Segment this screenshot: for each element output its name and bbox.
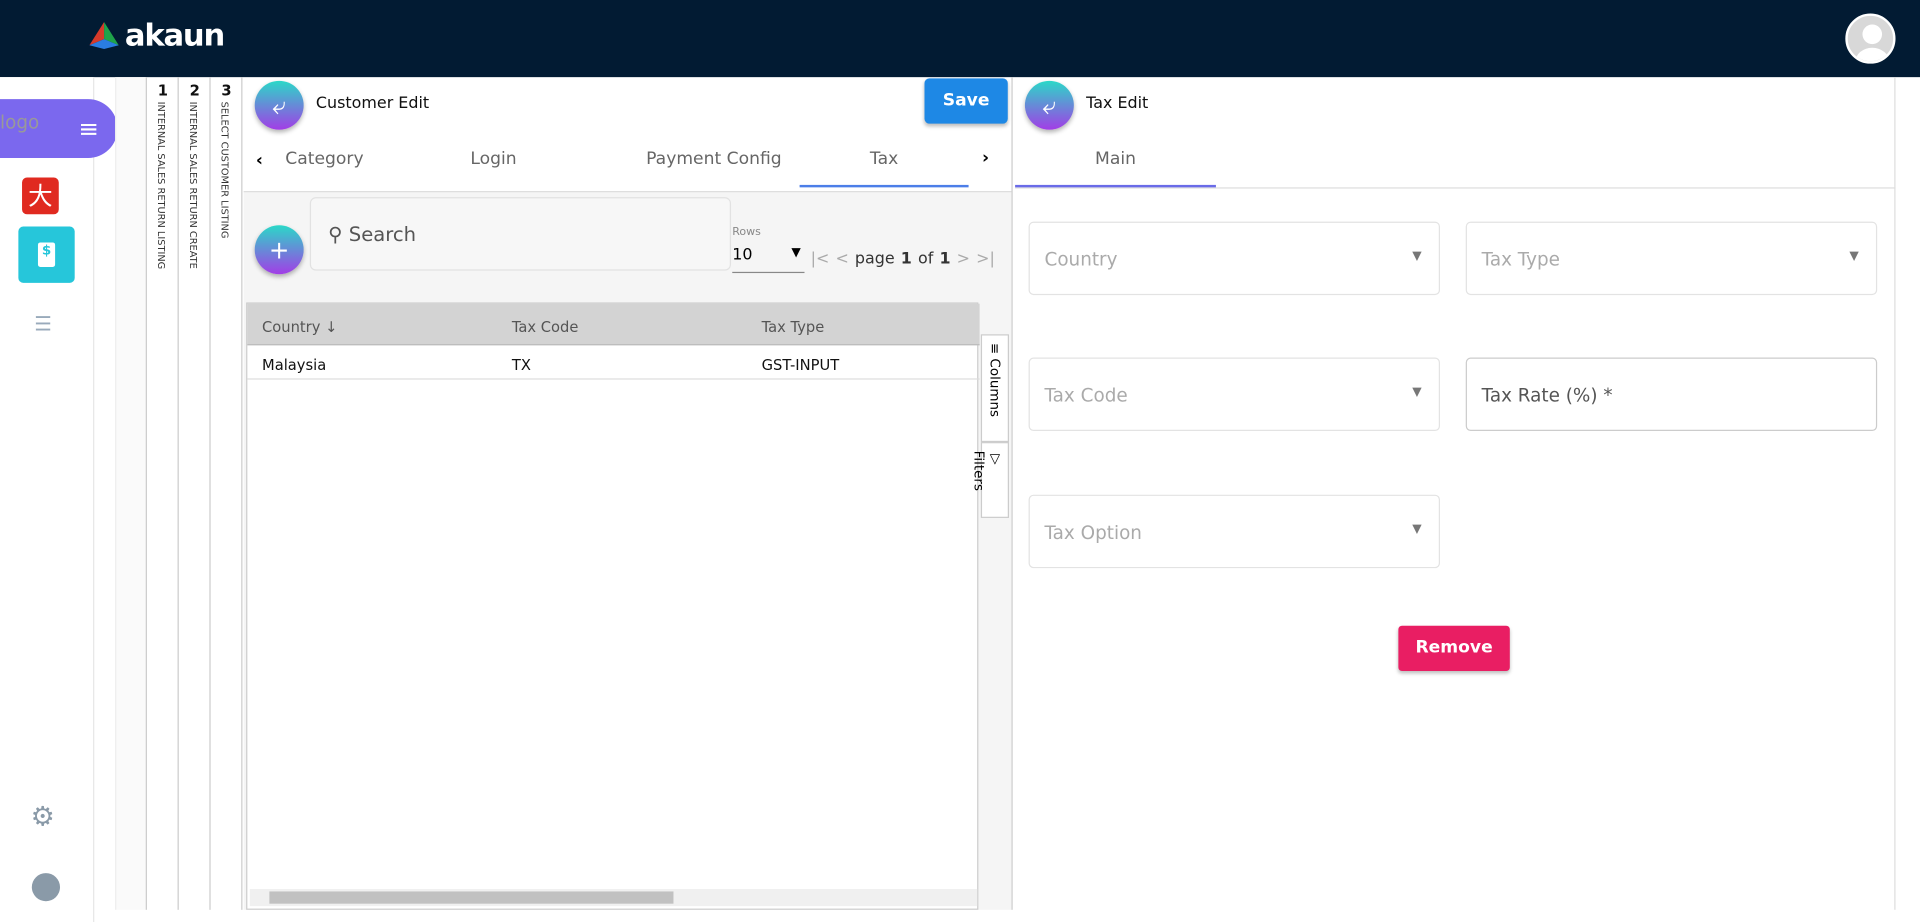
page-title: Customer Edit bbox=[315, 94, 430, 113]
tabs-scroll-left-icon[interactable]: ‹ bbox=[256, 151, 263, 171]
tabs-scroll-right-icon[interactable]: › bbox=[982, 148, 989, 168]
tax-code-select[interactable]: Tax Code ▼ bbox=[1028, 357, 1441, 432]
invoice-dollar-icon[interactable]: $ bbox=[18, 226, 75, 283]
customer-tabs: Category Login Payment Config Tax bbox=[285, 132, 969, 188]
list-icon[interactable]: ☰ bbox=[34, 312, 52, 335]
cell-tax-type: GST-INPUT bbox=[761, 356, 840, 374]
tax-rate-label: Tax Rate (%) * bbox=[1481, 384, 1613, 407]
col-country[interactable]: Country ↓ bbox=[262, 318, 337, 335]
strip-number: 3 bbox=[221, 82, 232, 100]
page-label: page bbox=[854, 249, 895, 269]
user-icon[interactable] bbox=[31, 873, 61, 902]
tax-option-label: Tax Option bbox=[1044, 521, 1142, 544]
horizontal-scrollbar[interactable] bbox=[249, 888, 978, 907]
tab-category[interactable]: Category bbox=[285, 132, 363, 187]
chevron-down-icon: ▼ bbox=[1412, 522, 1422, 537]
first-page-icon[interactable]: |< bbox=[811, 250, 830, 268]
search-placeholder: Search bbox=[348, 222, 417, 247]
tax-type-select[interactable]: Tax Type ▼ bbox=[1465, 221, 1878, 296]
filter-icon: ▽ bbox=[986, 450, 1003, 467]
tax-rate-input[interactable]: Tax Rate (%) * bbox=[1465, 357, 1878, 432]
back-button[interactable]: ⤶ bbox=[254, 80, 304, 130]
tax-code-label: Tax Code bbox=[1044, 384, 1128, 407]
back-button[interactable]: ⤶ bbox=[1024, 80, 1074, 130]
cell-tax-code: TX bbox=[511, 356, 531, 374]
app-red-icon[interactable]: 大 bbox=[22, 177, 59, 215]
country-select[interactable]: Country ▼ bbox=[1028, 221, 1441, 296]
brand-name: akaun bbox=[124, 17, 225, 53]
grid-header: Country ↓ Tax Code Tax Type bbox=[247, 303, 980, 346]
strip-spacer bbox=[115, 77, 147, 910]
logo-image: logo bbox=[0, 111, 40, 134]
col-tax-type[interactable]: Tax Type bbox=[762, 318, 825, 335]
tax-type-label: Tax Type bbox=[1481, 248, 1560, 271]
save-button[interactable]: Save bbox=[924, 78, 1008, 124]
tab-login[interactable]: Login bbox=[359, 132, 628, 187]
chevron-down-icon: ▼ bbox=[1412, 385, 1422, 400]
chevron-down-icon: ▼ bbox=[1849, 249, 1859, 264]
tax-edit-panel: ⤶ Tax Edit Main Country ▼ Tax Type ▼ Tax C… bbox=[1015, 77, 1896, 910]
strip-label: SELECT CUSTOMER LISTING bbox=[219, 101, 231, 239]
search-input[interactable]: ⚲ Search bbox=[309, 197, 732, 271]
rows-select[interactable]: 10 ▼ bbox=[732, 246, 805, 274]
prev-page-icon[interactable]: < bbox=[835, 250, 848, 268]
filters-side-button[interactable]: ▽ Filters bbox=[971, 442, 1009, 518]
table-row[interactable]: Malaysia TX GST-INPUT bbox=[247, 345, 980, 380]
columns-icon: ≡ bbox=[986, 342, 1003, 359]
next-page-icon[interactable]: > bbox=[957, 250, 970, 268]
rows-value: 10 bbox=[732, 246, 753, 265]
page-number: 1 bbox=[900, 249, 912, 269]
data-grid: Country ↓ Tax Code Tax Type Malaysia TX … bbox=[246, 302, 980, 910]
sidebar-logo-toggle[interactable]: logo ≡ bbox=[0, 99, 118, 158]
pagination: |< < page 1 of 1 > >| bbox=[811, 250, 995, 268]
sidebar: logo ≡ 大 $ ☰ ⚙ bbox=[0, 77, 118, 922]
page-title: Tax Edit bbox=[1086, 94, 1149, 113]
last-page-icon[interactable]: >| bbox=[976, 250, 995, 268]
filters-label: Filters bbox=[971, 450, 987, 492]
brand-logo-icon bbox=[89, 21, 119, 49]
country-label: Country bbox=[1044, 248, 1118, 271]
strip-number: 1 bbox=[157, 82, 168, 100]
col-tax-code[interactable]: Tax Code bbox=[512, 318, 579, 335]
gear-icon[interactable]: ⚙ bbox=[31, 802, 55, 833]
tab-main[interactable]: Main bbox=[1015, 132, 1216, 188]
search-icon: ⚲ bbox=[328, 222, 343, 247]
breadcrumb-strip-1[interactable]: 1 INTERNAL SALES RETURN LISTING bbox=[147, 77, 179, 910]
tax-option-select[interactable]: Tax Option ▼ bbox=[1028, 494, 1441, 569]
columns-side-button[interactable]: ≡ Columns bbox=[980, 334, 1009, 443]
chevron-down-icon: ▼ bbox=[1412, 249, 1422, 264]
breadcrumb-strip-2[interactable]: 2 INTERNAL SALES RETURN CREATE bbox=[179, 77, 211, 910]
total-pages: 1 bbox=[939, 249, 951, 269]
of-label: of bbox=[918, 249, 934, 269]
add-button[interactable]: + bbox=[254, 225, 304, 275]
columns-label: Columns bbox=[986, 358, 1003, 418]
breadcrumb-strip-3[interactable]: 3 SELECT CUSTOMER LISTING bbox=[211, 77, 243, 910]
menu-toggle-icon[interactable]: ≡ bbox=[78, 114, 99, 143]
rows-label: Rows bbox=[732, 226, 761, 239]
brand-logo[interactable]: akaun bbox=[88, 17, 225, 53]
strip-number: 2 bbox=[189, 82, 200, 100]
chevron-down-icon: ▼ bbox=[791, 246, 801, 260]
top-header: akaun bbox=[0, 0, 1920, 78]
strip-label: INTERNAL SALES RETURN CREATE bbox=[187, 101, 199, 269]
tab-tax[interactable]: Tax bbox=[799, 132, 969, 188]
strip-label: INTERNAL SALES RETURN LISTING bbox=[155, 101, 167, 270]
tab-payment-config[interactable]: Payment Config bbox=[628, 132, 799, 187]
cell-country: Malaysia bbox=[262, 356, 327, 374]
remove-button[interactable]: Remove bbox=[1398, 625, 1510, 672]
user-avatar[interactable] bbox=[1845, 13, 1896, 64]
customer-edit-panel: ⤶ Customer Edit Save ‹ Category Login Pa… bbox=[243, 77, 1013, 910]
